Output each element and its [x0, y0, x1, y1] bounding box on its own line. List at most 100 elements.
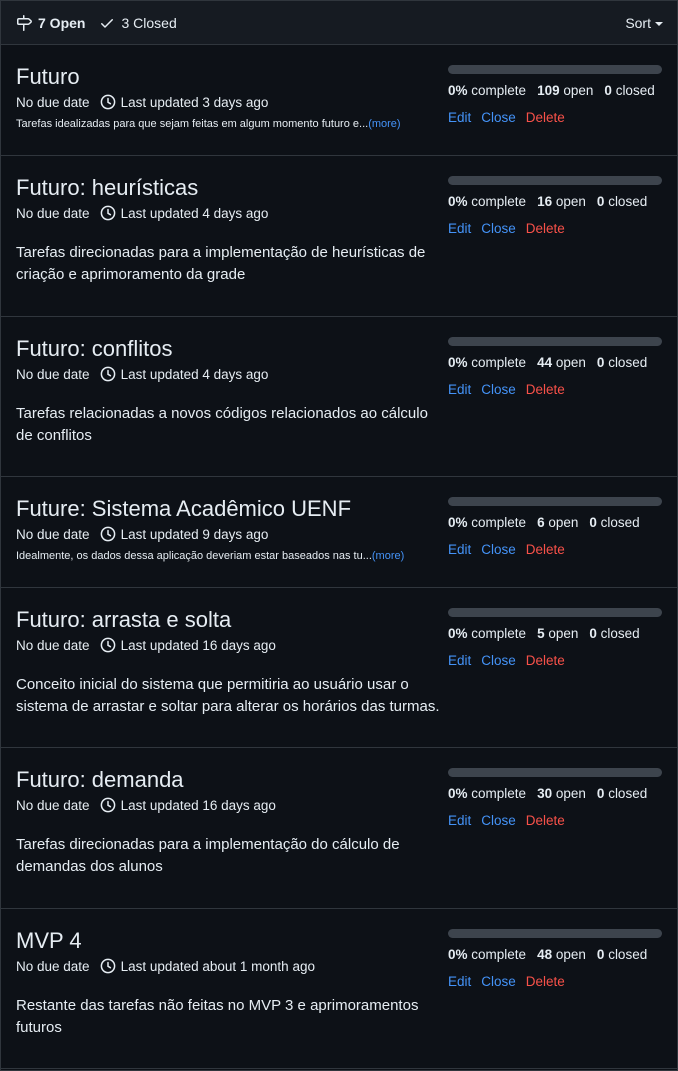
open-label: open	[555, 947, 586, 962]
last-updated: Last updated 4 days ago	[120, 366, 269, 382]
milestone-title[interactable]: Futuro: demanda	[16, 767, 184, 793]
milestone-meta: No due date Last updated about 1 month ag…	[16, 958, 315, 974]
closed-count: 3 Closed	[121, 14, 177, 31]
milestone-title[interactable]: Futuro	[16, 64, 80, 90]
close-link[interactable]: Close	[481, 653, 516, 668]
delete-link[interactable]: Delete	[526, 653, 565, 668]
edit-link[interactable]: Edit	[448, 813, 471, 828]
close-link[interactable]: Close	[481, 221, 516, 236]
milestone-title[interactable]: Futuro: arrasta e solta	[16, 607, 231, 633]
due-date: No due date	[16, 526, 90, 542]
clock-icon	[100, 94, 116, 110]
edit-link[interactable]: Edit	[448, 221, 471, 236]
milestone-actions: Edit Close Delete	[448, 221, 565, 236]
clock-icon	[100, 637, 116, 653]
closed-label: closed	[608, 194, 648, 209]
delete-link[interactable]: Delete	[526, 974, 565, 989]
progress-bar	[448, 337, 662, 346]
open-value: 16	[537, 194, 553, 209]
percent-value: 0%	[448, 786, 468, 801]
more-link[interactable]: (more)	[368, 118, 400, 130]
last-updated: Last updated 16 days ago	[120, 637, 276, 653]
closed-value: 0	[596, 786, 605, 801]
delete-link[interactable]: Delete	[526, 542, 565, 557]
complete-label: complete	[471, 947, 527, 962]
complete-label: complete	[471, 515, 527, 530]
edit-link[interactable]: Edit	[448, 542, 471, 557]
edit-link[interactable]: Edit	[448, 110, 471, 125]
milestone-stats: 0% complete 5 open 0 closed	[448, 626, 651, 641]
milestone-title[interactable]: Future: Sistema Acadêmico UENF	[16, 496, 351, 522]
percent-complete: 0% complete	[448, 194, 526, 209]
last-updated: Last updated 9 days ago	[120, 526, 269, 542]
clock-icon	[100, 526, 116, 542]
last-updated: Last updated 16 days ago	[120, 797, 276, 813]
close-link[interactable]: Close	[481, 974, 516, 989]
milestone-icon	[17, 14, 32, 31]
percent-value: 0%	[448, 194, 468, 209]
open-filter[interactable]: 7 Open	[16, 14, 86, 31]
percent-value: 0%	[448, 515, 468, 530]
milestone-description: Conceito inicial do sistema que permitir…	[16, 676, 440, 715]
closed-issues: 0 closed	[597, 355, 647, 370]
close-link[interactable]: Close	[481, 110, 516, 125]
milestone-title[interactable]: Futuro: conflitos	[16, 336, 173, 362]
last-updated: Last updated about 1 month ago	[120, 958, 315, 974]
percent-complete: 0% complete	[448, 626, 526, 641]
delete-link[interactable]: Delete	[526, 813, 565, 828]
sort-dropdown[interactable]: Sort	[625, 15, 663, 31]
caret-down-icon	[655, 21, 663, 26]
milestone-description-text: Tarefas idealizadas para que sejam feita…	[16, 118, 369, 130]
close-link[interactable]: Close	[481, 813, 516, 828]
clock-icon	[100, 205, 116, 221]
closed-filter[interactable]: 3 Closed	[99, 14, 177, 31]
open-value: 6	[537, 515, 545, 530]
open-count: 7 Open	[38, 14, 86, 31]
percent-complete: 0% complete	[448, 515, 526, 530]
closed-issues: 0 closed	[597, 947, 647, 962]
edit-link[interactable]: Edit	[448, 974, 471, 989]
percent-complete: 0% complete	[448, 355, 526, 370]
edit-link[interactable]: Edit	[448, 653, 471, 668]
progress-bar	[448, 768, 662, 777]
closed-value: 0	[589, 515, 597, 530]
milestone-stats: 0% complete 16 open 0 closed	[448, 194, 658, 209]
complete-label: complete	[471, 83, 527, 98]
milestone-row: Futuro: conflitos No due date Last updated…	[1, 317, 677, 477]
progress-bar	[448, 497, 662, 506]
complete-label: complete	[471, 355, 527, 370]
milestone-title[interactable]: MVP 4	[16, 928, 82, 954]
close-link[interactable]: Close	[481, 542, 516, 557]
open-value: 44	[537, 355, 553, 370]
closed-issues: 0 closed	[597, 194, 647, 209]
edit-link[interactable]: Edit	[448, 382, 471, 397]
due-date: No due date	[16, 958, 90, 974]
open-label: open	[548, 626, 579, 641]
progress-bar	[448, 608, 662, 617]
open-issues: 48 open	[537, 947, 586, 962]
more-link[interactable]: (more)	[372, 550, 404, 562]
milestone-meta: No due date Last updated 16 days ago	[16, 637, 276, 653]
close-link[interactable]: Close	[481, 382, 516, 397]
clock-icon	[100, 366, 116, 382]
milestone-actions: Edit Close Delete	[448, 653, 565, 668]
percent-value: 0%	[448, 947, 468, 962]
delete-link[interactable]: Delete	[526, 382, 565, 397]
milestone-stats: 0% complete 30 open 0 closed	[448, 786, 658, 801]
milestone-title[interactable]: Futuro: heurísticas	[16, 175, 198, 201]
milestone-meta: No due date Last updated 9 days ago	[16, 526, 268, 542]
open-value: 30	[537, 786, 553, 801]
closed-issues: 0 closed	[589, 515, 639, 530]
closed-label: closed	[600, 626, 640, 641]
delete-link[interactable]: Delete	[526, 110, 565, 125]
delete-link[interactable]: Delete	[526, 221, 565, 236]
clock-icon	[100, 797, 116, 813]
milestone-actions: Edit Close Delete	[448, 974, 565, 989]
complete-label: complete	[471, 626, 527, 641]
milestones-header: 7 Open 3 Closed Sort	[1, 1, 677, 45]
open-issues: 44 open	[537, 355, 586, 370]
closed-label: closed	[600, 515, 640, 530]
milestone-actions: Edit Close Delete	[448, 382, 565, 397]
due-date: No due date	[16, 205, 90, 221]
milestone-stats: 0% complete 48 open 0 closed	[448, 947, 658, 962]
